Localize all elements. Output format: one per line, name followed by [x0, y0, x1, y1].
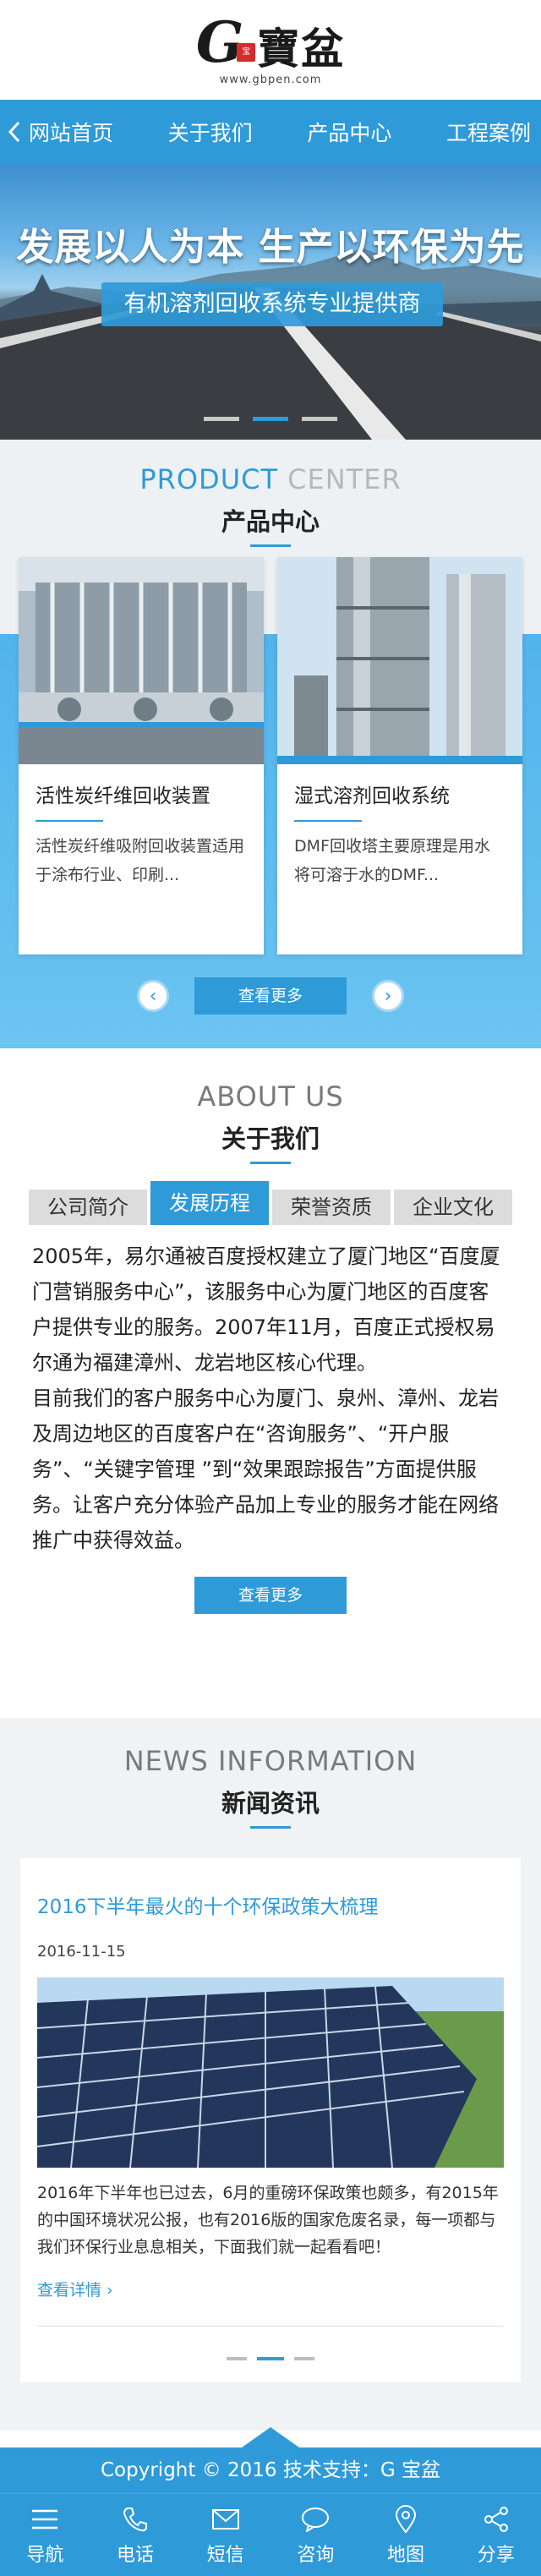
tab-culture[interactable]: 企业文化 — [394, 1190, 512, 1225]
bottom-item-map[interactable]: 地图 — [361, 2494, 451, 2576]
product-description: 活性炭纤维吸附回收装置适用于涂布行业、印刷... — [36, 837, 245, 884]
news-dot[interactable] — [294, 2357, 314, 2360]
news-card[interactable]: 2016下半年最火的十个环保政策大梳理 2016-11-15 2016年下半年也… — [20, 1858, 521, 2382]
product-description: DMF回收塔主要原理是用水将可溶于水的DMF... — [294, 837, 490, 884]
bottom-toolbar: 导航 电话 短信 咨询 地图 分享 — [0, 2493, 541, 2576]
tab-honors[interactable]: 荣誉资质 — [272, 1190, 391, 1225]
product-title: 活性炭纤维回收装置 — [36, 785, 210, 807]
about-heading-cn: 关于我们 — [221, 1124, 320, 1153]
chevron-right-icon: › — [384, 985, 392, 1007]
bottom-item-nav[interactable]: 导航 — [0, 2494, 90, 2576]
nav-item-home[interactable]: 网站首页 — [29, 117, 113, 147]
news-title[interactable]: 2016下半年最火的十个环保政策大梳理 — [37, 1858, 504, 1919]
nav-item-products[interactable]: 产品中心 — [307, 117, 391, 147]
section-divider — [250, 544, 291, 547]
product-next-button[interactable]: › — [372, 980, 404, 1012]
bottom-item-sms[interactable]: 短信 — [180, 2494, 270, 2576]
mail-icon — [210, 2504, 241, 2535]
news-detail-link[interactable]: 查看详情 › — [37, 2278, 504, 2300]
bottom-item-label: 电话 — [117, 2544, 155, 2566]
news-heading-cn: 新闻资讯 — [221, 1789, 320, 1818]
banner-pagination — [0, 417, 541, 421]
bottom-item-label: 短信 — [206, 2544, 244, 2566]
product-card[interactable]: 湿式溶剂回收系统 DMF回收塔主要原理是用水将可溶于水的DMF... — [277, 557, 522, 954]
bottom-item-label: 导航 — [26, 2544, 64, 2566]
product-image — [19, 557, 264, 764]
news-date: 2016-11-15 — [37, 1943, 126, 1961]
banner-dot-active[interactable] — [253, 417, 288, 421]
hero-banner[interactable]: 发展以人为本 生产以环保为先 有机溶剂回收系统专业提供商 — [0, 164, 541, 440]
logo-seal: 宝 — [237, 42, 256, 62]
banner-dot[interactable] — [204, 417, 239, 421]
share-icon — [481, 2504, 511, 2535]
about-heading-en: ABOUT US — [197, 1080, 344, 1113]
about-paragraph: 2005年，易尔通被百度授权建立了厦门地区“百度厦门营销服务中心”，该服务中心为… — [32, 1244, 500, 1375]
nav-prev-arrow-icon[interactable] — [0, 100, 29, 164]
news-pagination — [37, 2357, 504, 2360]
product-section: PRODUCT CENTER 产品中心 活性炭纤维回收装置 活性炭纤维吸附回收装… — [0, 440, 541, 1048]
logo-letter: G — [195, 8, 244, 75]
news-divider — [37, 2326, 504, 2327]
bottom-item-label: 咨询 — [297, 2544, 335, 2566]
bottom-item-phone[interactable]: 电话 — [90, 2494, 181, 2576]
bottom-item-share[interactable]: 分享 — [451, 2494, 541, 2576]
site-logo[interactable]: G 宝 寶盆 www.gbpen.com — [196, 14, 345, 86]
about-paragraph: 目前我们的客户服务中心为厦门、泉州、漳州、龙岩及周边地区的百度客户在“咨询服务”… — [32, 1386, 499, 1552]
site-footer: Copyright © 2016 技术支持：G 宝盆 — [0, 2427, 541, 2493]
news-heading-en: NEWS INFORMATION — [123, 1745, 418, 1777]
map-pin-icon — [391, 2504, 421, 2535]
product-card[interactable]: 活性炭纤维回收装置 活性炭纤维吸附回收装置适用于涂布行业、印刷... — [19, 557, 264, 954]
bottom-item-label: 地图 — [387, 2544, 425, 2566]
tab-company-profile[interactable]: 公司简介 — [29, 1190, 147, 1225]
logo-text: 寶盆 — [257, 23, 346, 74]
news-description: 2016年下半年也已过去，6月的重磅环保政策也颇多，有2015年的中国环境状况公… — [37, 2184, 499, 2256]
news-image[interactable] — [37, 1977, 504, 2168]
chat-icon — [300, 2504, 331, 2535]
nav-item-cases[interactable]: 工程案例 — [446, 117, 531, 147]
product-heading-en: PRODUCT CENTER — [139, 463, 402, 495]
about-more-button[interactable]: 查看更多 — [194, 1577, 347, 1614]
main-nav: 网站首页 关于我们 产品中心 工程案例 — [0, 100, 541, 164]
phone-icon — [120, 2504, 150, 2535]
banner-title: 发展以人为本 生产以环保为先 — [16, 226, 525, 269]
about-tabs: 公司简介 发展历程 荣誉资质 企业文化 — [0, 1181, 541, 1225]
product-controls: ‹ 查看更多 › — [0, 977, 541, 1015]
banner-dot[interactable] — [302, 417, 337, 421]
section-divider — [250, 1826, 291, 1829]
copyright-text: Copyright © 2016 技术支持：G 宝盆 — [101, 2459, 440, 2481]
site-header: G 宝 寶盆 www.gbpen.com — [0, 0, 541, 100]
product-heading-cn: 产品中心 — [221, 507, 320, 536]
tab-history[interactable]: 发展历程 — [150, 1181, 269, 1225]
news-section: NEWS INFORMATION 新闻资讯 2016下半年最火的十个环保政策大梳… — [0, 1718, 541, 2431]
about-content: 2005年，易尔通被百度授权建立了厦门地区“百度厦门营销服务中心”，该服务中心为… — [0, 1225, 541, 1558]
news-dot[interactable] — [227, 2357, 247, 2360]
bottom-item-consult[interactable]: 咨询 — [270, 2494, 361, 2576]
chevron-left-icon: ‹ — [149, 985, 157, 1007]
product-title: 湿式溶剂回收系统 — [294, 785, 450, 807]
news-dot-active[interactable] — [257, 2357, 284, 2360]
product-image — [277, 557, 522, 764]
menu-icon — [30, 2504, 60, 2535]
about-section: ABOUT US 关于我们 公司简介 发展历程 荣誉资质 企业文化 2005年，… — [0, 1048, 541, 1718]
nav-item-about[interactable]: 关于我们 — [168, 117, 253, 147]
back-to-top-icon[interactable] — [242, 2427, 299, 2447]
bottom-item-label: 分享 — [477, 2544, 515, 2566]
section-divider — [250, 1162, 291, 1164]
product-prev-button[interactable]: ‹ — [137, 980, 169, 1012]
product-more-button[interactable]: 查看更多 — [194, 977, 347, 1015]
logo-url: www.gbpen.com — [219, 73, 322, 86]
banner-subtitle: 有机溶剂回收系统专业提供商 — [101, 282, 443, 326]
